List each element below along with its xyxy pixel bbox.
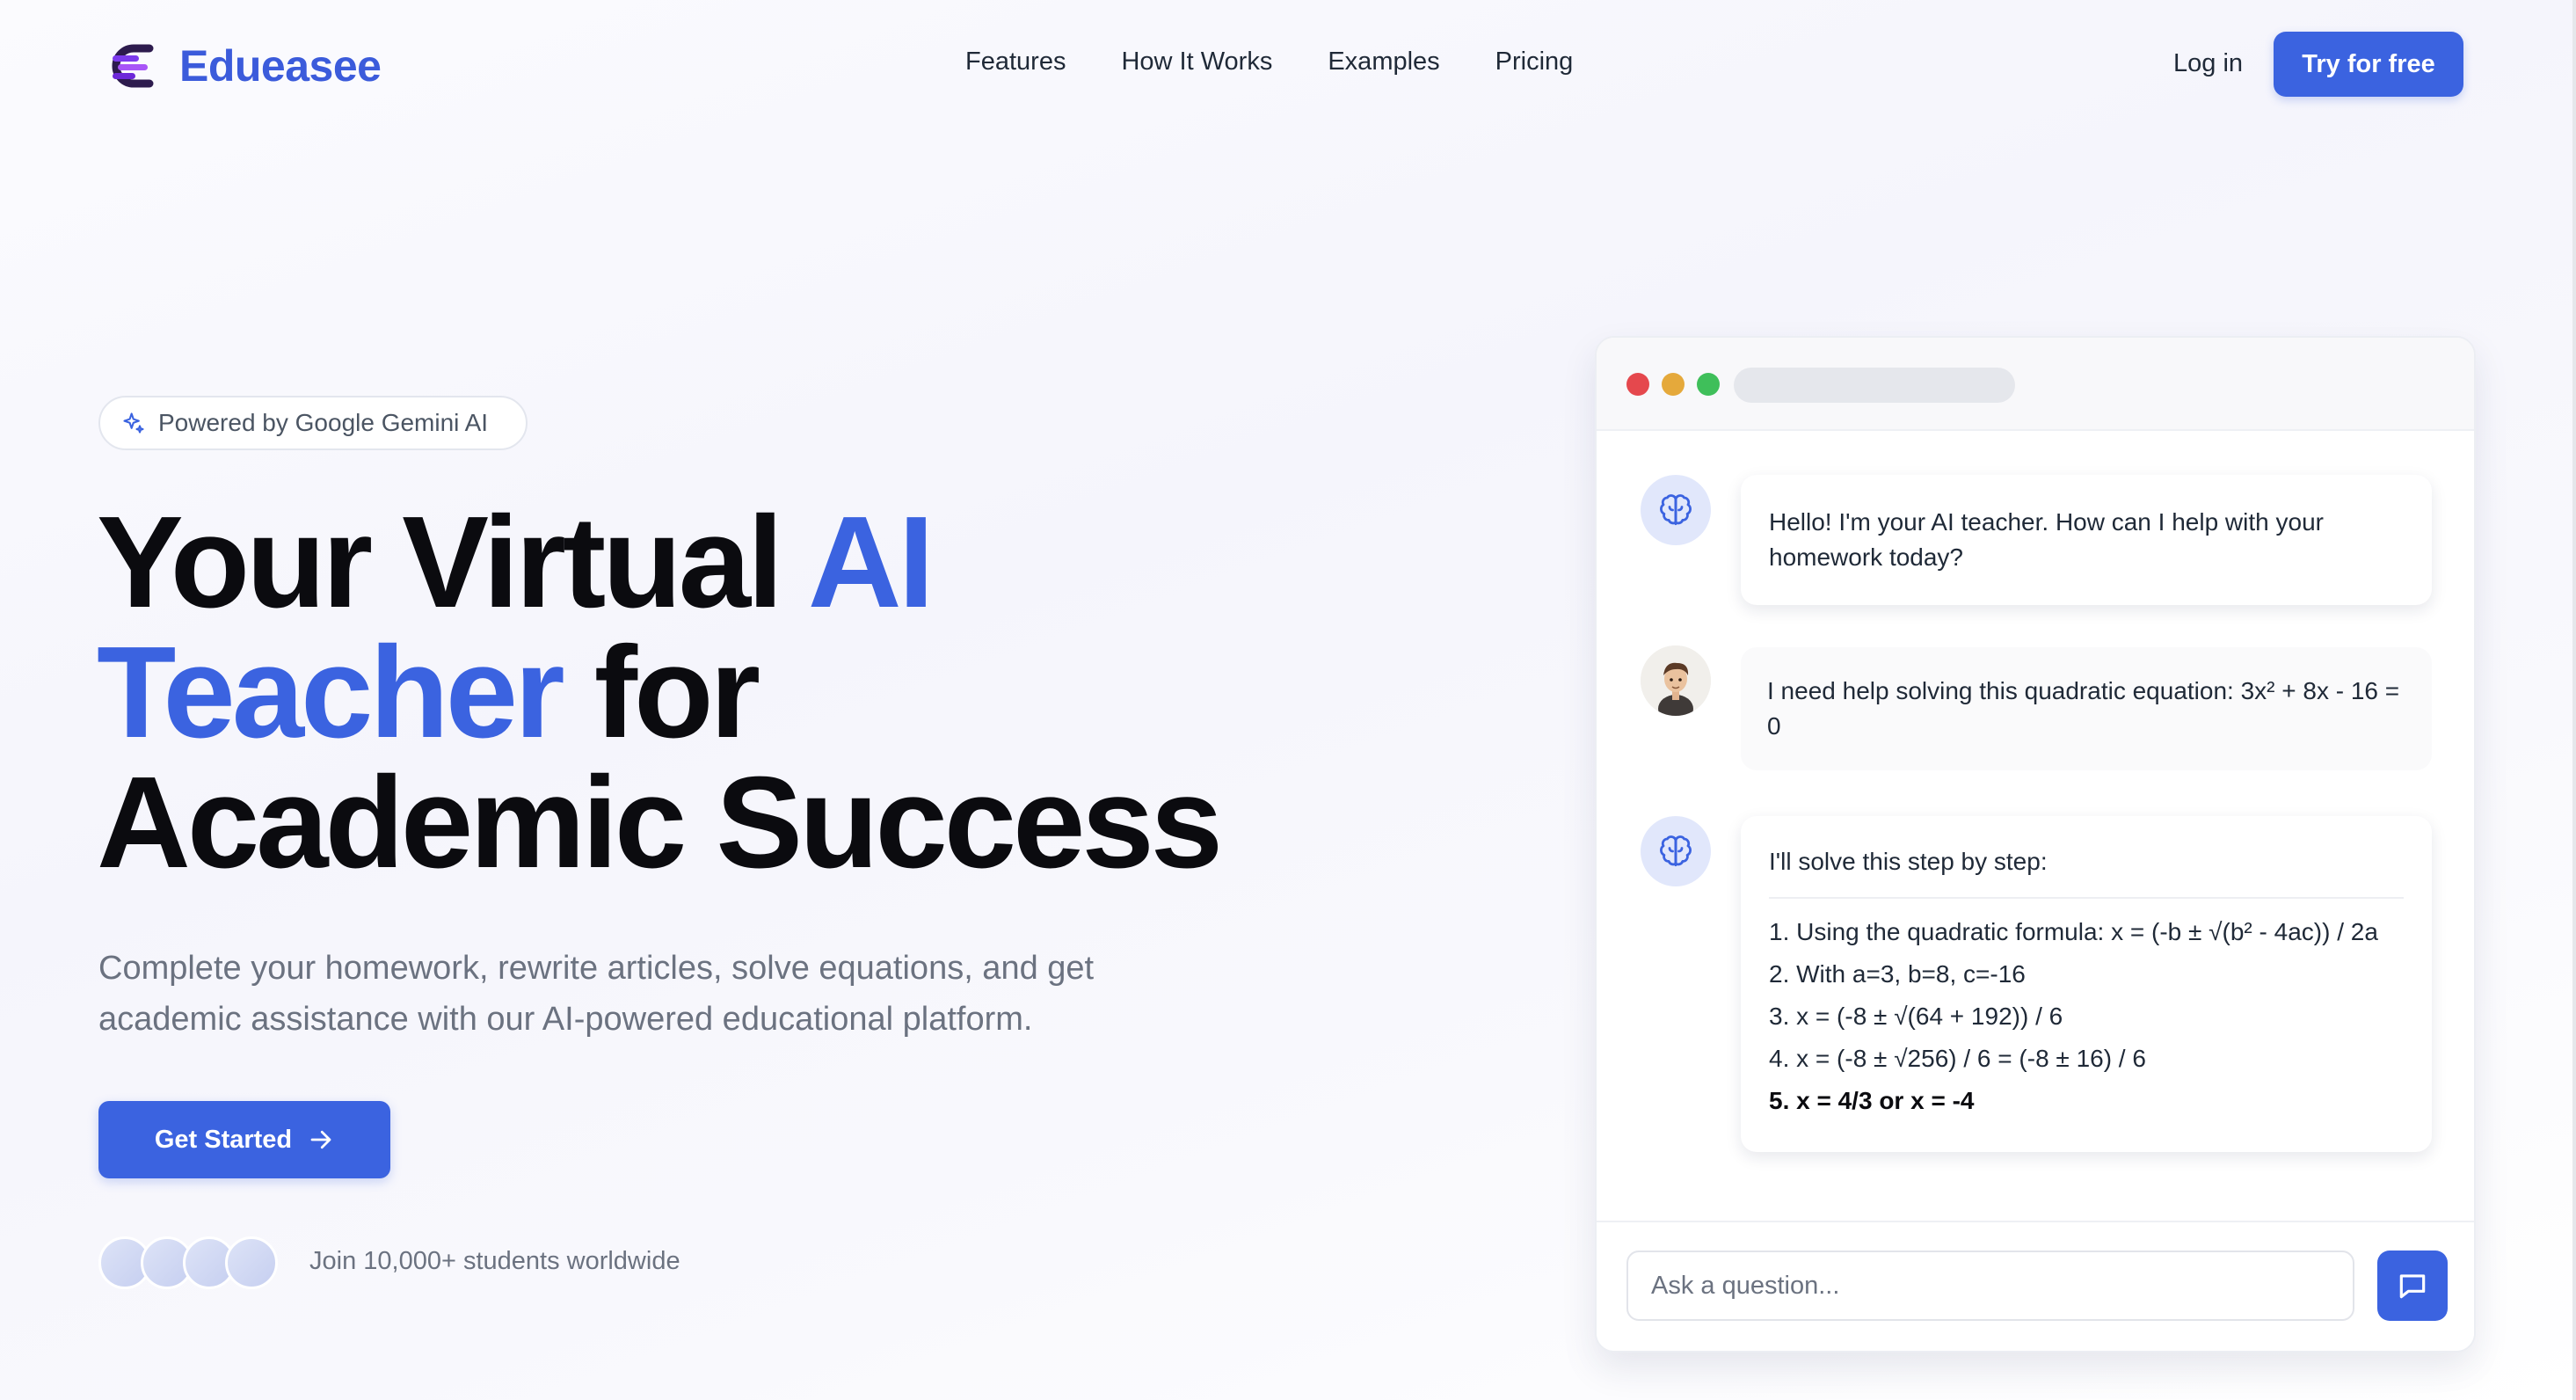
badge-text: Powered by Google Gemini AI bbox=[158, 409, 489, 436]
ai-solution-message: I'll solve this step by step: 1. Using t… bbox=[1741, 816, 2432, 1152]
hero-subtext: Complete your homework, rewrite articles… bbox=[98, 950, 1095, 1038]
get-started-button[interactable]: Get Started bbox=[98, 1101, 390, 1178]
chat-input-area bbox=[1597, 1221, 2474, 1351]
window-maximize-dot bbox=[1697, 373, 1720, 396]
ai-avatar bbox=[1641, 475, 1711, 545]
solution-step: 3. x = (-8 ± √(64 + 192)) / 6 bbox=[1769, 1003, 2063, 1030]
ask-question-input[interactable] bbox=[1626, 1251, 2354, 1321]
get-started-label: Get Started bbox=[154, 1125, 293, 1154]
brain-icon bbox=[1660, 494, 1692, 526]
solution-step: 4. x = (-8 ± √256) / 6 = (-8 ± 16) / 6 bbox=[1769, 1045, 2146, 1072]
send-button[interactable] bbox=[2377, 1251, 2448, 1321]
message-text: I need help solving this quadratic equat… bbox=[1767, 677, 2400, 740]
brain-icon bbox=[1660, 835, 1692, 867]
solution-answer: 5. x = 4/3 or x = -4 bbox=[1769, 1087, 1975, 1114]
solution-step: 1. Using the quadratic formula: x = (-b … bbox=[1769, 918, 2378, 945]
try-for-free-button[interactable]: Try for free bbox=[2274, 32, 2463, 97]
nav-link-how-it-works[interactable]: How It Works bbox=[1121, 47, 1272, 77]
nav-link-examples[interactable]: Examples bbox=[1328, 47, 1439, 77]
headline-highlight-teacher: Teacher bbox=[97, 620, 565, 765]
nav-link-pricing[interactable]: Pricing bbox=[1495, 47, 1574, 77]
address-bar-placeholder bbox=[1734, 368, 2015, 403]
chat-preview-window: Hello! I'm your AI teacher. How can I he… bbox=[1595, 336, 2476, 1353]
solution-intro: I'll solve this step by step: bbox=[1769, 844, 2404, 899]
message-text: Hello! I'm your AI teacher. How can I he… bbox=[1769, 508, 2324, 571]
powered-by-badge: Powered by Google Gemini AI bbox=[98, 396, 528, 450]
main-nav: Features How It Works Examples Pricing bbox=[965, 47, 1573, 77]
headline-part1: Your Virtual bbox=[97, 490, 808, 635]
brand-logo[interactable]: Edueasee bbox=[111, 40, 382, 91]
avatar bbox=[225, 1236, 278, 1289]
ai-avatar bbox=[1641, 816, 1711, 886]
solution-step: 2. With a=3, b=8, c=-16 bbox=[1769, 960, 2026, 988]
user-avatar-icon bbox=[1641, 645, 1711, 716]
window-minimize-dot bbox=[1662, 373, 1685, 396]
window-close-dot bbox=[1626, 373, 1649, 396]
landing-page: Edueasee Features How It Works Examples … bbox=[0, 0, 2576, 1400]
user-avatar bbox=[1641, 645, 1711, 716]
window-titlebar bbox=[1597, 338, 2474, 431]
headline-part2: for bbox=[561, 620, 760, 765]
headline-part3: Academic Success bbox=[97, 750, 1223, 895]
nav-link-features[interactable]: Features bbox=[965, 47, 1066, 77]
login-link[interactable]: Log in bbox=[2173, 49, 2243, 78]
social-proof-text: Join 10,000+ students worldwide bbox=[309, 1247, 680, 1275]
message-square-icon bbox=[2399, 1274, 2426, 1299]
student-avatars bbox=[98, 1236, 283, 1289]
scrollbar[interactable] bbox=[2572, 0, 2576, 1400]
brand-name: Edueasee bbox=[179, 41, 382, 91]
arrow-right-icon bbox=[310, 1130, 331, 1149]
sparkle-icon bbox=[123, 412, 144, 434]
ai-message: Hello! I'm your AI teacher. How can I he… bbox=[1741, 475, 2432, 605]
hero-headline: Your Virtual AI Teacher for Academic Suc… bbox=[97, 498, 1328, 888]
stacked-e-logo-icon bbox=[112, 44, 154, 88]
headline-highlight-ai: AI bbox=[807, 490, 935, 635]
user-message: I need help solving this quadratic equat… bbox=[1741, 647, 2432, 770]
